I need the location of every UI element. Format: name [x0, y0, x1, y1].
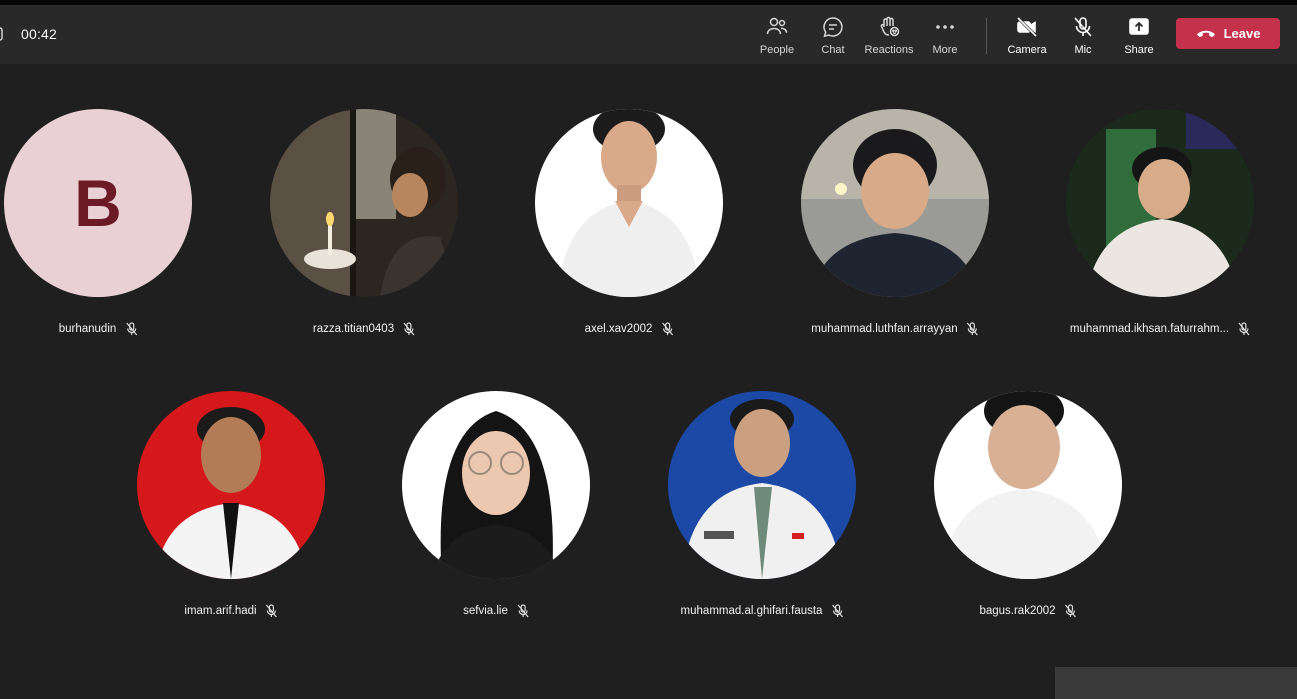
participant-avatar-photo [801, 109, 989, 297]
participant-name: imam.arif.hadi [184, 605, 257, 617]
participant-name: muhammad.luthfan.arrayyan [811, 323, 958, 335]
participant-name-tag: razza.titian0403 [313, 320, 415, 338]
participant-name-tag: muhammad.luthfan.arrayyan [811, 320, 979, 338]
avatar-initial: B [74, 166, 122, 240]
participant-name: bagus.rak2002 [979, 605, 1056, 617]
reactions-label: Reactions [864, 44, 914, 56]
people-button[interactable]: People [749, 13, 805, 59]
more-label: More [932, 44, 958, 56]
hang-up-icon [1196, 30, 1215, 37]
participant-avatar-photo [934, 391, 1122, 579]
more-dots-icon [933, 15, 957, 39]
participant-avatar-initial: B [4, 109, 192, 297]
participant-name: razza.titian0403 [312, 323, 395, 335]
participant-avatar-photo [402, 391, 590, 579]
share-button[interactable]: Share [1111, 13, 1167, 59]
participant-name-tag: imam.arif.hadi [184, 602, 278, 620]
leave-button[interactable]: Leave [1176, 18, 1280, 49]
mic-label: Mic [1074, 44, 1092, 56]
muted-mic-icon [967, 322, 979, 336]
participant-name: axel.xav2002 [584, 323, 653, 335]
share-screen-icon [1127, 15, 1151, 39]
muted-mic-icon [1065, 604, 1077, 618]
participant-avatar-photo [270, 109, 458, 297]
muted-mic-icon [125, 322, 137, 336]
participant-name: burhanudin [58, 323, 117, 335]
muted-mic-icon [403, 322, 415, 336]
participant-name-tag: bagus.rak2002 [979, 602, 1077, 620]
mic-off-icon [1071, 15, 1095, 39]
participant-avatar-photo [535, 109, 723, 297]
participant-name-tag: axel.xav2002 [585, 320, 674, 338]
device-icon [0, 27, 3, 41]
mic-button[interactable]: Mic [1055, 13, 1111, 59]
reactions-button[interactable]: Reactions [861, 13, 917, 59]
share-label: Share [1124, 44, 1154, 56]
muted-mic-icon [517, 604, 529, 618]
participant-name: sefvia.lie [463, 605, 508, 617]
chat-button[interactable]: Chat [805, 13, 861, 59]
participant-name: muhammad.ikhsan.faturrahm... [1069, 323, 1230, 335]
muted-mic-icon [1238, 322, 1250, 336]
muted-mic-icon [266, 604, 278, 618]
participant-name: muhammad.al.ghifari.fausta [680, 605, 823, 617]
participant-name-tag: sefvia.lie [463, 602, 529, 620]
camera-button[interactable]: Camera [999, 13, 1055, 59]
chat-icon [821, 15, 845, 39]
self-view-preview[interactable] [1055, 667, 1297, 699]
participant-avatar-photo [668, 391, 856, 579]
participant-name-tag: muhammad.ikhsan.faturrahm... [1070, 320, 1250, 338]
camera-off-icon [1015, 15, 1039, 39]
camera-label: Camera [1007, 44, 1047, 56]
leave-label: Leave [1223, 26, 1261, 41]
muted-mic-icon [661, 322, 673, 336]
participant-avatar-photo [1066, 109, 1254, 297]
toolbar-divider [986, 18, 987, 54]
raise-hand-icon [877, 15, 901, 39]
people-label: People [759, 44, 795, 56]
chat-label: Chat [821, 44, 845, 56]
participant-name-tag: burhanudin [59, 320, 138, 338]
meeting-timer: 00:42 [21, 26, 58, 42]
meeting-toolbar: 00:42 People Chat Reactions More Camera … [0, 5, 1297, 64]
participant-avatar-photo [137, 391, 325, 579]
people-icon [765, 15, 789, 39]
participant-name-tag: muhammad.al.ghifari.fausta [681, 602, 844, 620]
more-button[interactable]: More [917, 13, 973, 59]
muted-mic-icon [831, 604, 843, 618]
